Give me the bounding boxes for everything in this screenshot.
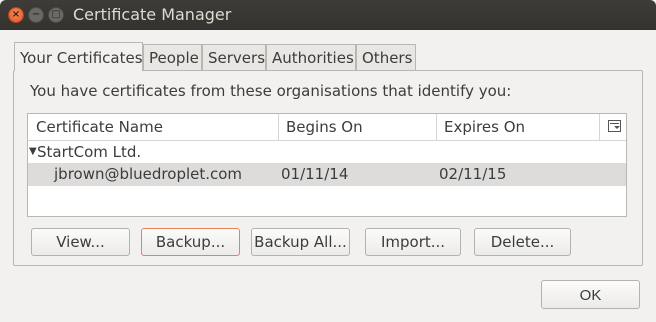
window-title: Certificate Manager	[73, 5, 232, 24]
view-button[interactable]: View...	[31, 228, 130, 256]
column-header-begins-on[interactable]: Begins On	[286, 114, 363, 140]
import-button[interactable]: Import...	[365, 228, 461, 256]
column-divider[interactable]	[436, 114, 437, 140]
tree-group-row[interactable]: ▼ StartCom Ltd.	[28, 141, 626, 163]
group-label: StartCom Ltd.	[37, 143, 142, 161]
certificates-table[interactable]: Certificate Name Begins On Expires On ▼ …	[27, 113, 627, 217]
table-row[interactable]: jbrown@bluedroplet.com 01/11/14 02/11/15	[28, 163, 626, 186]
tab-servers[interactable]: Servers	[202, 44, 266, 70]
tab-your-certificates[interactable]: Your Certificates	[14, 42, 143, 71]
certificate-manager-window: × − □ Certificate Manager Your Certifica…	[0, 0, 656, 322]
your-certificates-panel: You have certificates from these organis…	[13, 70, 643, 266]
minimize-window-button[interactable]: −	[28, 7, 44, 23]
expanded-twisty-icon[interactable]: ▼	[29, 141, 37, 163]
backup-all-button[interactable]: Backup All...	[251, 228, 350, 256]
maximize-window-button[interactable]: □	[48, 7, 64, 23]
column-header-certificate-name[interactable]: Certificate Name	[36, 114, 163, 140]
tab-people[interactable]: People	[143, 44, 202, 70]
intro-text: You have certificates from these organis…	[30, 82, 512, 100]
column-picker-icon[interactable]	[608, 120, 621, 132]
delete-button[interactable]: Delete...	[474, 228, 571, 256]
cell-begins-on: 01/11/14	[281, 165, 349, 183]
backup-button[interactable]: Backup...	[141, 228, 240, 256]
column-header-expires-on[interactable]: Expires On	[444, 114, 525, 140]
close-window-button[interactable]: ×	[8, 7, 24, 23]
tab-authorities[interactable]: Authorities	[266, 44, 356, 70]
cell-certificate-name: jbrown@bluedroplet.com	[54, 165, 243, 183]
tab-others[interactable]: Others	[356, 44, 416, 70]
cell-expires-on: 02/11/15	[439, 165, 507, 183]
title-bar: × − □ Certificate Manager	[0, 0, 656, 30]
column-divider[interactable]	[278, 114, 279, 140]
ok-button[interactable]: OK	[541, 280, 640, 309]
table-header: Certificate Name Begins On Expires On	[28, 114, 626, 141]
column-divider[interactable]	[599, 114, 600, 140]
